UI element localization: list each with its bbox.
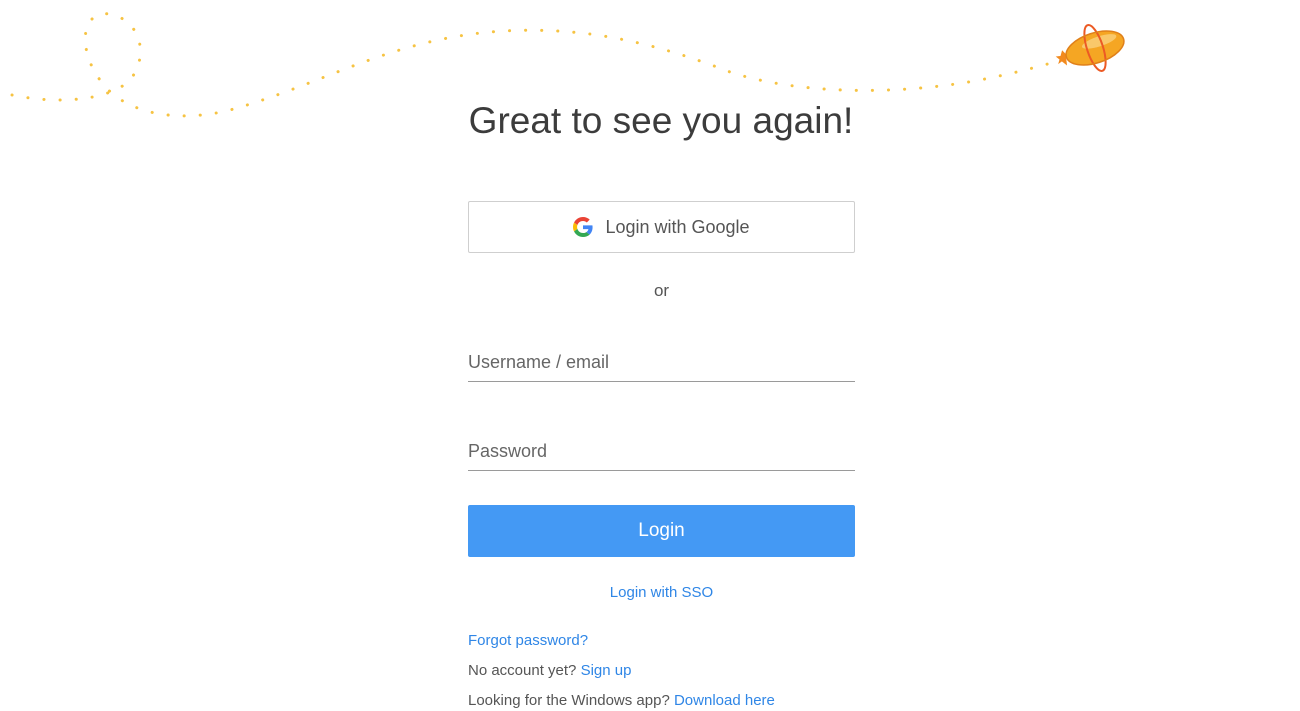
forgot-password-link[interactable]: Forgot password? — [468, 632, 588, 649]
signup-link[interactable]: Sign up — [581, 662, 632, 679]
download-windows-app-link[interactable]: Download here — [674, 692, 775, 709]
google-icon — [573, 217, 594, 237]
sso-row: Login with SSO — [468, 584, 855, 601]
login-with-google-button[interactable]: Login with Google — [468, 201, 855, 253]
username-input[interactable] — [468, 352, 855, 373]
forgot-password-row: Forgot password? — [468, 626, 855, 656]
airship-icon — [1055, 24, 1125, 72]
username-field — [468, 341, 855, 382]
password-field — [468, 430, 855, 471]
or-divider: or — [653, 281, 670, 300]
windows-app-row: Looking for the Windows app? Download he… — [468, 686, 855, 711]
login-with-google-label: Login with Google — [605, 216, 750, 237]
windows-app-prompt: Looking for the Windows app? — [468, 692, 670, 709]
signup-row: No account yet? Sign up — [468, 656, 855, 686]
help-links: Forgot password? No account yet? Sign up… — [468, 626, 855, 711]
page-title: Great to see you again! — [468, 100, 854, 141]
password-input[interactable] — [468, 441, 855, 462]
login-button[interactable]: Login — [468, 505, 855, 557]
login-with-sso-link[interactable]: Login with SSO — [610, 584, 713, 601]
signup-prompt: No account yet? — [468, 662, 577, 679]
login-form: Login with Google or Login Login with SS… — [468, 201, 855, 711]
login-page: Great to see you again! Login with Googl… — [0, 0, 1300, 711]
